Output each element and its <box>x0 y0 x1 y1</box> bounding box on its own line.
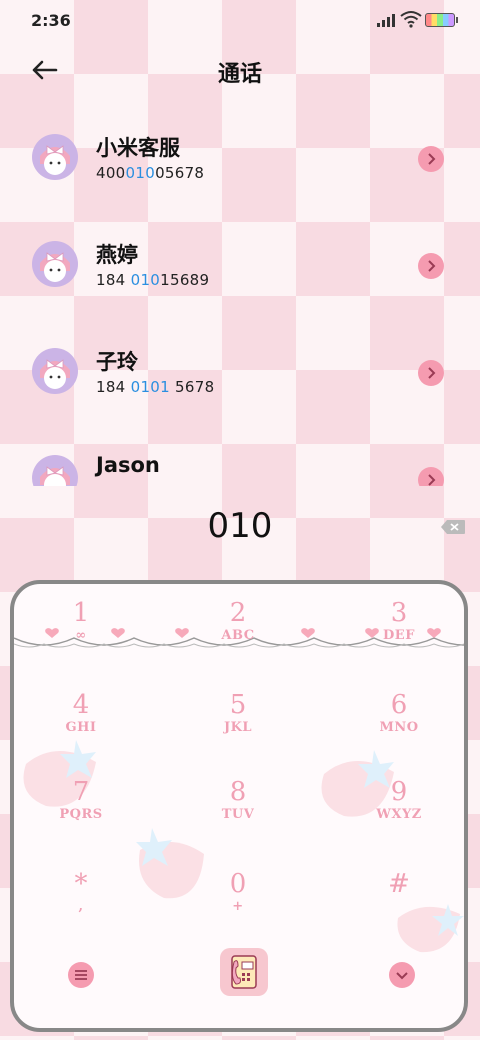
contact-number: 184 0101 5678 <box>96 378 215 396</box>
wifi-icon <box>400 11 422 28</box>
keypad: 1 ∞ 2 ABC 3 DEF 4 GHI 5 JKL 6 MNO 7 PQRS 8 TUV 9… <box>10 580 468 1032</box>
contact-number: 184 01015689 <box>96 271 210 289</box>
avatar <box>32 134 78 180</box>
backspace-icon[interactable] <box>440 519 466 535</box>
key-5[interactable]: 5 JKL <box>183 690 293 760</box>
collapse-keypad-button[interactable] <box>389 962 415 988</box>
voicemail-icon: ∞ <box>75 628 87 643</box>
status-bar: 2:36 <box>0 0 480 40</box>
menu-icon <box>75 970 87 980</box>
key-8[interactable]: 8 TUV <box>183 777 293 847</box>
key-star[interactable]: *, <box>26 869 136 939</box>
key-hash[interactable]: # <box>344 869 454 939</box>
contact-detail-button[interactable] <box>418 360 444 386</box>
key-6[interactable]: 6 MNO <box>344 690 454 760</box>
key-4[interactable]: 4 GHI <box>26 690 136 760</box>
key-3[interactable]: 3 DEF <box>344 598 454 668</box>
key-9[interactable]: 9 WXYZ <box>344 777 454 847</box>
contact-number: 40001005678 <box>96 164 205 182</box>
contact-detail-button[interactable] <box>418 253 444 279</box>
contact-item[interactable]: 燕婷 184 01015689 <box>0 213 480 313</box>
contact-list: 小米客服 40001005678 燕婷 184 01015689 子玲 184 … <box>0 106 480 486</box>
contact-name: 燕婷 <box>96 243 138 267</box>
avatar <box>32 455 78 486</box>
chevron-right-icon <box>428 260 436 272</box>
chevron-right-icon <box>428 367 436 379</box>
chevron-down-icon <box>396 972 408 980</box>
key-1[interactable]: 1 ∞ <box>26 598 136 668</box>
battery-icon <box>425 13 458 27</box>
contact-name: Jason <box>96 453 160 477</box>
contact-detail-button[interactable] <box>418 146 444 172</box>
contact-item[interactable]: 子玲 184 0101 5678 <box>0 320 480 420</box>
header: 通话 <box>0 40 480 100</box>
chevron-right-icon <box>428 474 436 486</box>
contact-name: 小米客服 <box>96 136 180 160</box>
phone-icon <box>231 955 257 989</box>
key-2[interactable]: 2 ABC <box>183 598 293 668</box>
dial-input[interactable]: 010 <box>0 506 480 546</box>
menu-button[interactable] <box>68 962 94 988</box>
contact-item[interactable]: 小米客服 40001005678 <box>0 106 480 206</box>
avatar <box>32 348 78 394</box>
call-button[interactable] <box>220 948 268 996</box>
key-0[interactable]: 0 + <box>183 869 293 939</box>
signal-icon <box>377 13 395 27</box>
key-7[interactable]: 7 PQRS <box>26 777 136 847</box>
page-title: 通话 <box>217 62 262 87</box>
contact-name: 子玲 <box>96 350 138 374</box>
contact-item[interactable]: Jason <box>0 427 480 486</box>
chevron-right-icon <box>428 153 436 165</box>
status-time: 2:36 <box>31 11 71 30</box>
contact-detail-button[interactable] <box>418 467 444 486</box>
avatar <box>32 241 78 287</box>
